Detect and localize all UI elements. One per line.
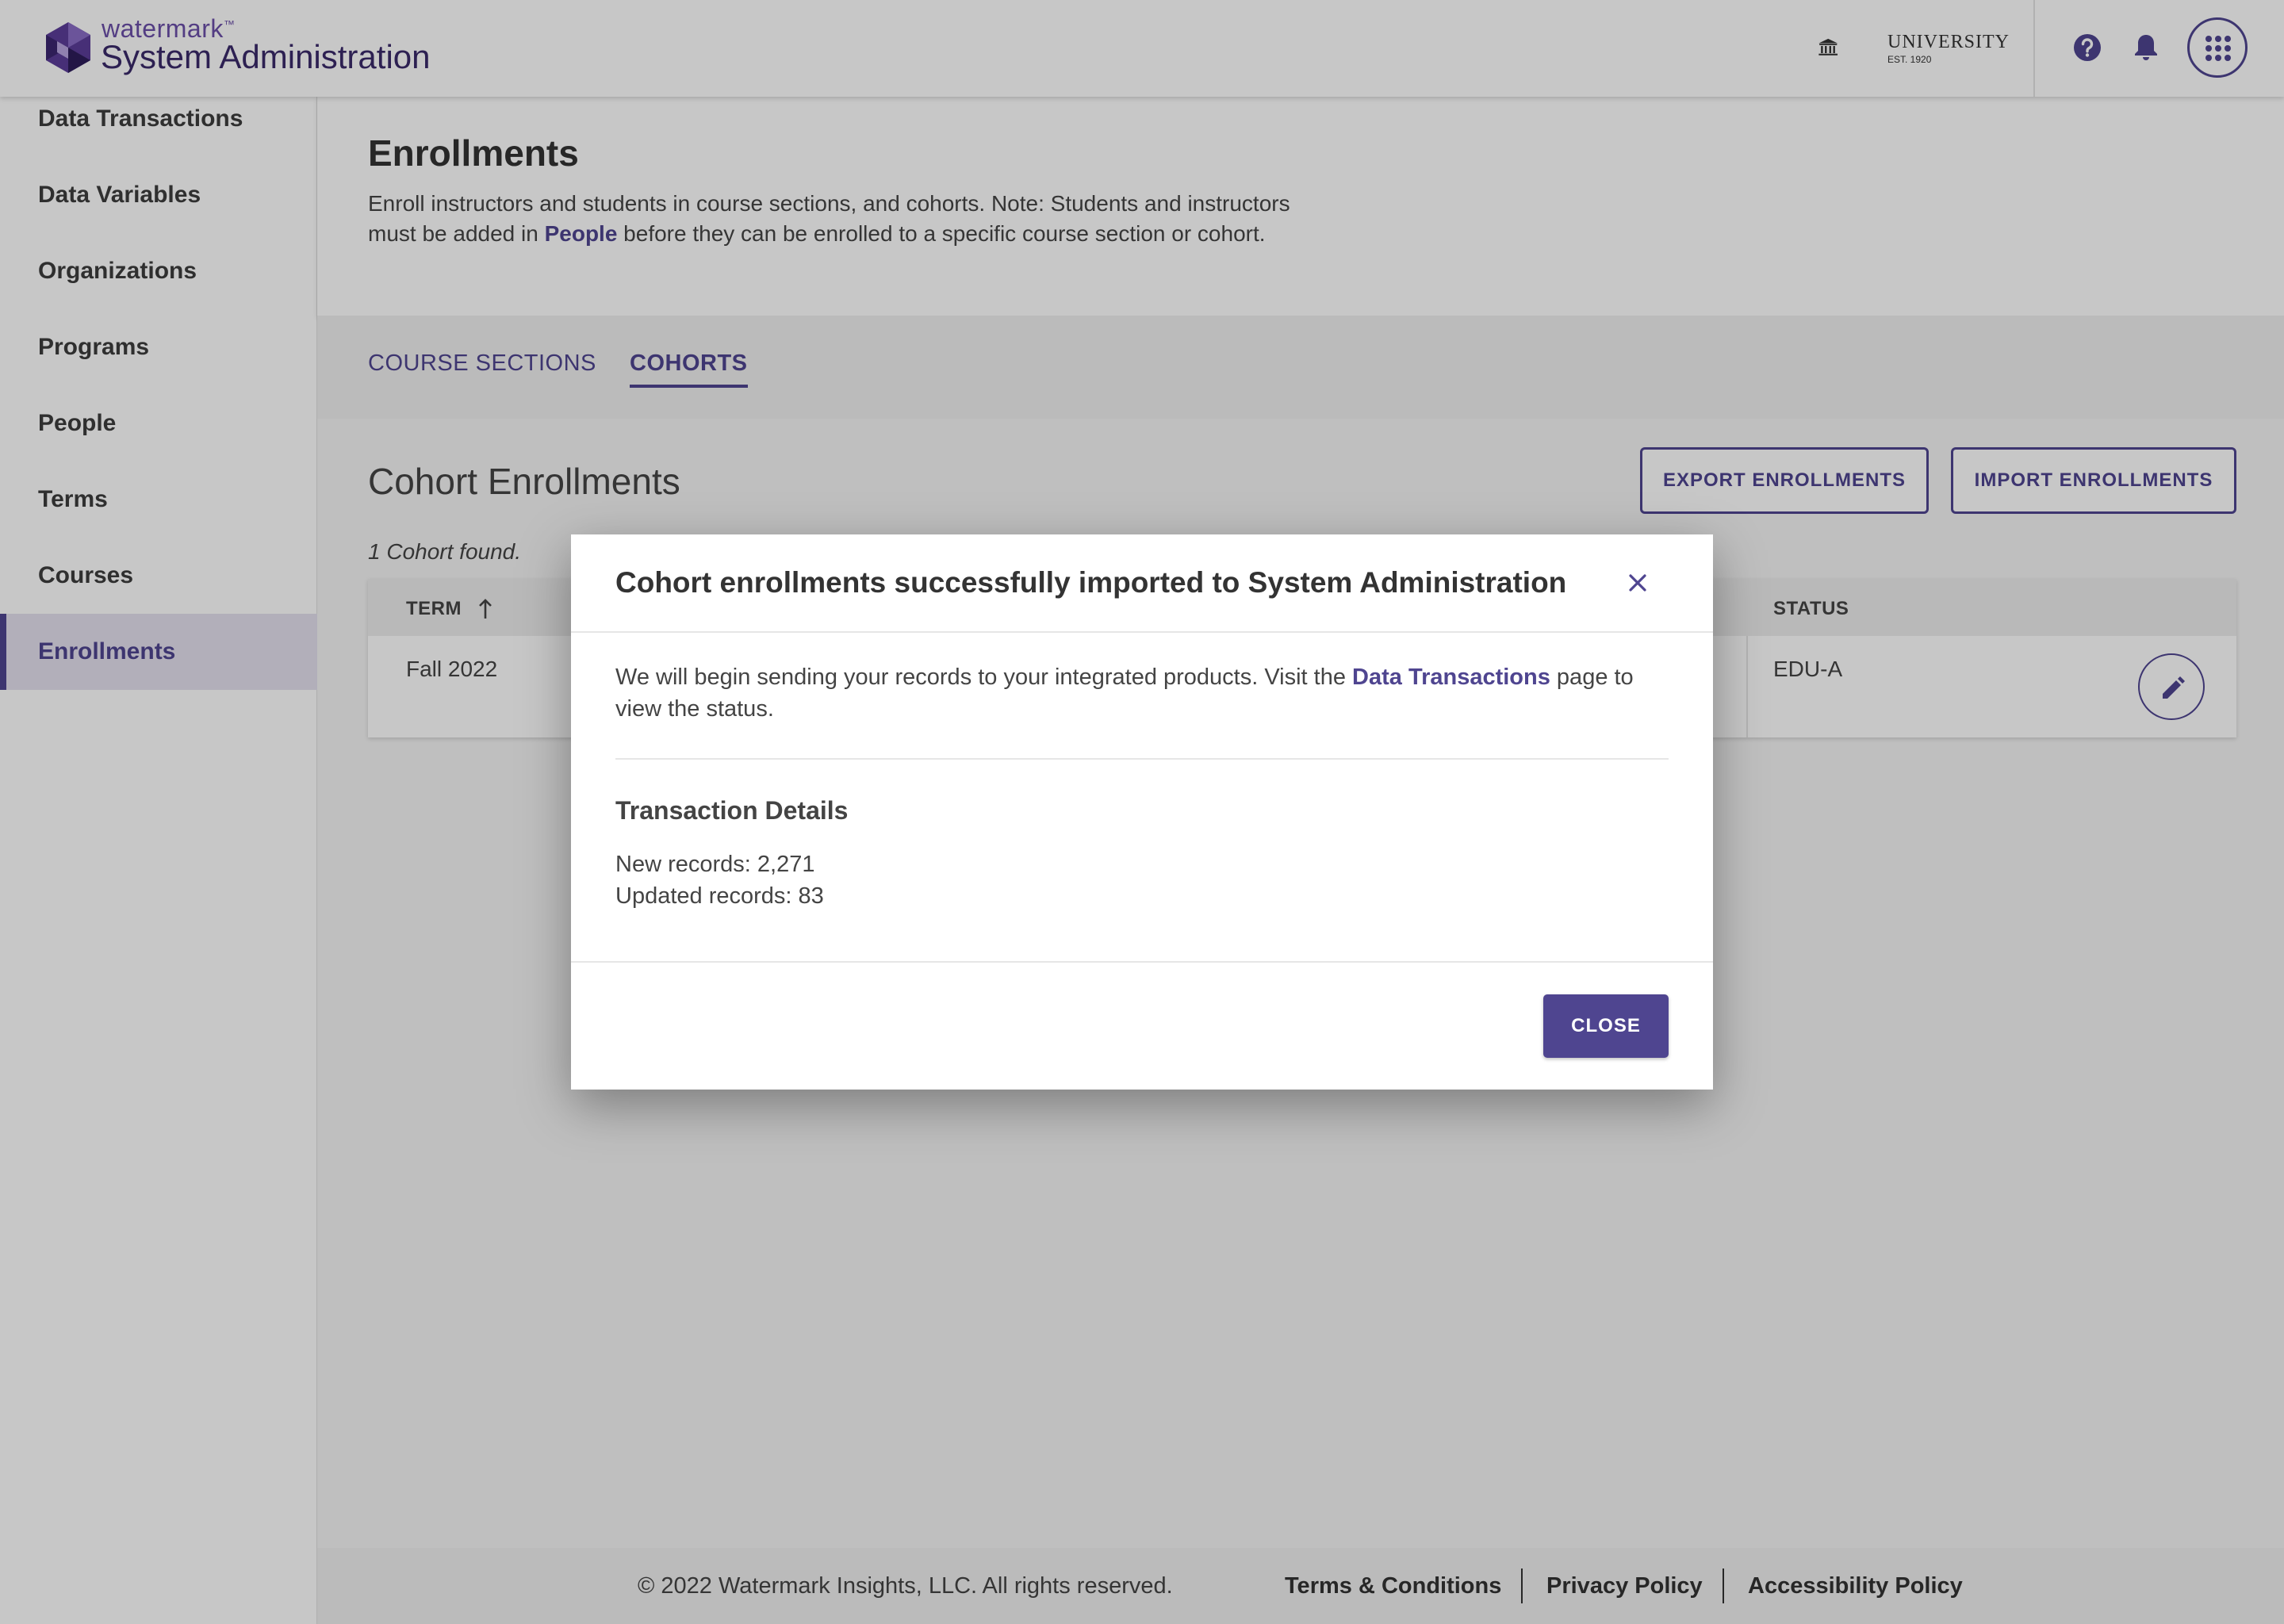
data-transactions-link[interactable]: Data Transactions [1352,665,1550,690]
dialog-divider [571,961,1713,963]
dialog-divider [571,631,1713,633]
dialog-message-text-1: We will begin sending your records to yo… [615,665,1353,690]
new-records-text: New records: 2,271 [615,852,815,877]
transaction-details-heading: Transaction Details [615,796,849,825]
close-icon[interactable] [1624,569,1651,596]
dialog-divider [615,758,1669,760]
dialog-title: Cohort enrollments successfully imported… [615,566,1567,599]
updated-records-text: Updated records: 83 [615,883,824,909]
dialog-message: We will begin sending your records to yo… [615,661,1678,725]
close-button[interactable]: CLOSE [1543,994,1669,1058]
import-success-dialog: Cohort enrollments successfully imported… [571,534,1713,1090]
